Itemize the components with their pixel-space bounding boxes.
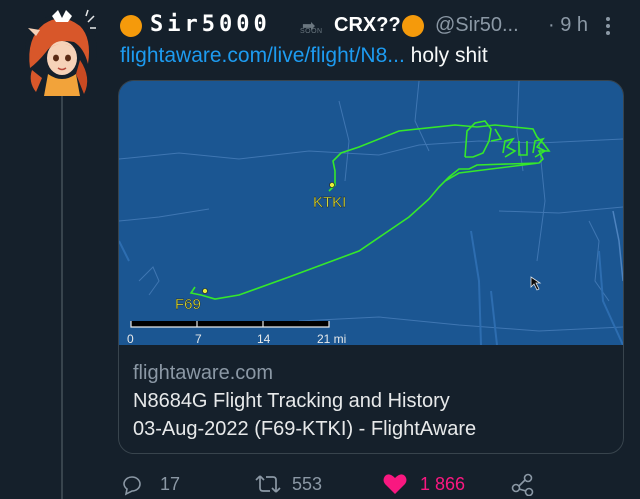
share-icon xyxy=(511,473,534,496)
scale-label-21mi: 21 mi xyxy=(317,332,346,345)
airport-marker-origin xyxy=(202,288,208,294)
airport-label-dest: KTKI xyxy=(313,194,346,211)
tweet-text: flightaware.com/live/flight/N8... holy s… xyxy=(120,44,488,68)
timestamp[interactable]: · 9 h xyxy=(548,14,588,37)
flight-map: KTKI F69 JSUS 0 7 14 21 mi xyxy=(119,81,623,345)
like-count: 1 866 xyxy=(420,474,466,494)
tweet-link[interactable]: flightaware.com/live/flight/N8... xyxy=(120,44,405,67)
tweet-body: holy shit xyxy=(410,44,488,67)
scale-label-14: 14 xyxy=(257,332,271,345)
card-title-line2: 03-Aug-2022 (F69-KTKI) - FlightAware xyxy=(133,418,477,440)
soon-badge: ➡ SOON xyxy=(300,12,334,38)
scale-label-0: 0 xyxy=(127,332,134,345)
more-icon[interactable] xyxy=(605,16,611,36)
soon-label: SOON xyxy=(300,28,323,35)
scale-bar xyxy=(130,321,330,328)
airport-marker-dest xyxy=(329,182,335,188)
thread-line xyxy=(61,96,63,499)
user-handle[interactable]: @Sir50... xyxy=(435,14,519,37)
orange-circle-icon xyxy=(120,15,142,37)
reply-icon xyxy=(123,476,141,496)
card-title-line1: N8684G Flight Tracking and History xyxy=(133,390,450,412)
retweet-icon xyxy=(255,475,281,493)
heart-icon xyxy=(383,474,407,494)
link-card[interactable]: KTKI F69 JSUS 0 7 14 21 mi flightaware.c… xyxy=(118,80,624,454)
orange-circle-icon xyxy=(402,15,424,37)
airport-label-origin: F69 xyxy=(175,296,201,313)
tweet-header: Sir5000 ➡ SOON CRX?? @Sir50... · 9 h xyxy=(120,12,630,40)
card-domain: flightaware.com xyxy=(133,362,274,384)
retweet-count: 553 xyxy=(292,474,323,494)
display-name-part2[interactable]: CRX?? xyxy=(334,14,401,37)
avatar[interactable] xyxy=(22,8,100,96)
display-name-part1[interactable]: Sir5000 xyxy=(150,12,271,37)
reply-count: 17 xyxy=(160,474,181,494)
card-meta: flightaware.com N8684G Flight Tracking a… xyxy=(133,359,613,443)
scale-label-7: 7 xyxy=(195,332,202,345)
action-bar: 17 553 1 866 xyxy=(120,470,630,498)
